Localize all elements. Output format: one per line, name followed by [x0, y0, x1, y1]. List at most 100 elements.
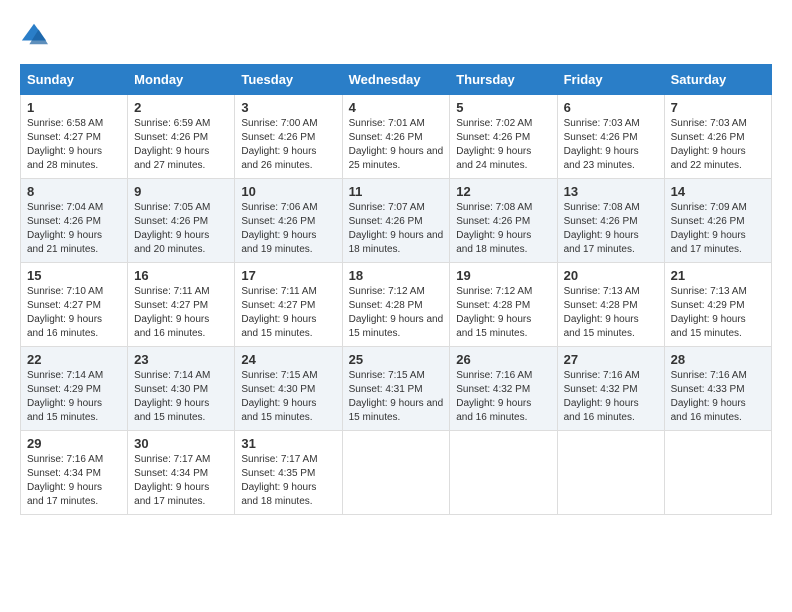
day-number: 16 [134, 268, 228, 283]
day-info: Sunrise: 7:15 AM Sunset: 4:31 PM Dayligh… [349, 369, 444, 425]
calendar-day-cell: 3 Sunrise: 7:00 AM Sunset: 4:26 PM Dayli… [235, 95, 342, 179]
calendar-day-cell: 24 Sunrise: 7:15 AM Sunset: 4:30 PM Dayl… [235, 347, 342, 431]
calendar-day-cell: 26 Sunrise: 7:16 AM Sunset: 4:32 PM Dayl… [450, 347, 557, 431]
calendar-day-cell: 9 Sunrise: 7:05 AM Sunset: 4:26 PM Dayli… [128, 179, 235, 263]
day-number: 22 [27, 352, 121, 367]
day-info: Sunrise: 7:03 AM Sunset: 4:26 PM Dayligh… [671, 117, 765, 173]
day-info: Sunrise: 7:00 AM Sunset: 4:26 PM Dayligh… [241, 117, 335, 173]
day-info: Sunrise: 7:11 AM Sunset: 4:27 PM Dayligh… [241, 285, 335, 341]
calendar-day-cell: 18 Sunrise: 7:12 AM Sunset: 4:28 PM Dayl… [342, 263, 450, 347]
calendar-day-cell: 1 Sunrise: 6:58 AM Sunset: 4:27 PM Dayli… [21, 95, 128, 179]
day-number: 7 [671, 100, 765, 115]
day-info: Sunrise: 7:06 AM Sunset: 4:26 PM Dayligh… [241, 201, 335, 257]
calendar-day-cell: 4 Sunrise: 7:01 AM Sunset: 4:26 PM Dayli… [342, 95, 450, 179]
day-number: 14 [671, 184, 765, 199]
calendar-day-cell: 20 Sunrise: 7:13 AM Sunset: 4:28 PM Dayl… [557, 263, 664, 347]
calendar-day-cell [557, 431, 664, 515]
day-number: 25 [349, 352, 444, 367]
weekday-header: Monday [128, 65, 235, 95]
day-number: 10 [241, 184, 335, 199]
logo [20, 20, 52, 48]
day-info: Sunrise: 7:12 AM Sunset: 4:28 PM Dayligh… [456, 285, 550, 341]
day-number: 27 [564, 352, 658, 367]
day-number: 4 [349, 100, 444, 115]
day-number: 2 [134, 100, 228, 115]
calendar-table: SundayMondayTuesdayWednesdayThursdayFrid… [20, 64, 772, 515]
calendar-day-cell: 12 Sunrise: 7:08 AM Sunset: 4:26 PM Dayl… [450, 179, 557, 263]
day-info: Sunrise: 7:16 AM Sunset: 4:32 PM Dayligh… [564, 369, 658, 425]
day-number: 9 [134, 184, 228, 199]
day-number: 20 [564, 268, 658, 283]
calendar-day-cell: 31 Sunrise: 7:17 AM Sunset: 4:35 PM Dayl… [235, 431, 342, 515]
day-number: 6 [564, 100, 658, 115]
calendar-week-row: 29 Sunrise: 7:16 AM Sunset: 4:34 PM Dayl… [21, 431, 772, 515]
calendar-week-row: 15 Sunrise: 7:10 AM Sunset: 4:27 PM Dayl… [21, 263, 772, 347]
calendar-day-cell: 16 Sunrise: 7:11 AM Sunset: 4:27 PM Dayl… [128, 263, 235, 347]
calendar-day-cell: 13 Sunrise: 7:08 AM Sunset: 4:26 PM Dayl… [557, 179, 664, 263]
day-info: Sunrise: 7:07 AM Sunset: 4:26 PM Dayligh… [349, 201, 444, 257]
weekday-header: Thursday [450, 65, 557, 95]
day-info: Sunrise: 7:16 AM Sunset: 4:32 PM Dayligh… [456, 369, 550, 425]
day-info: Sunrise: 7:04 AM Sunset: 4:26 PM Dayligh… [27, 201, 121, 257]
day-info: Sunrise: 7:05 AM Sunset: 4:26 PM Dayligh… [134, 201, 228, 257]
day-info: Sunrise: 7:09 AM Sunset: 4:26 PM Dayligh… [671, 201, 765, 257]
day-info: Sunrise: 6:58 AM Sunset: 4:27 PM Dayligh… [27, 117, 121, 173]
calendar-day-cell: 19 Sunrise: 7:12 AM Sunset: 4:28 PM Dayl… [450, 263, 557, 347]
day-info: Sunrise: 7:03 AM Sunset: 4:26 PM Dayligh… [564, 117, 658, 173]
calendar-day-cell: 22 Sunrise: 7:14 AM Sunset: 4:29 PM Dayl… [21, 347, 128, 431]
day-info: Sunrise: 7:17 AM Sunset: 4:35 PM Dayligh… [241, 453, 335, 509]
calendar-day-cell: 14 Sunrise: 7:09 AM Sunset: 4:26 PM Dayl… [664, 179, 771, 263]
weekday-header: Friday [557, 65, 664, 95]
calendar-day-cell: 29 Sunrise: 7:16 AM Sunset: 4:34 PM Dayl… [21, 431, 128, 515]
day-number: 1 [27, 100, 121, 115]
day-number: 15 [27, 268, 121, 283]
day-number: 30 [134, 436, 228, 451]
day-number: 31 [241, 436, 335, 451]
day-info: Sunrise: 7:08 AM Sunset: 4:26 PM Dayligh… [564, 201, 658, 257]
weekday-header: Sunday [21, 65, 128, 95]
day-number: 11 [349, 184, 444, 199]
day-number: 23 [134, 352, 228, 367]
day-info: Sunrise: 7:01 AM Sunset: 4:26 PM Dayligh… [349, 117, 444, 173]
day-info: Sunrise: 7:15 AM Sunset: 4:30 PM Dayligh… [241, 369, 335, 425]
day-info: Sunrise: 7:02 AM Sunset: 4:26 PM Dayligh… [456, 117, 550, 173]
calendar-week-row: 1 Sunrise: 6:58 AM Sunset: 4:27 PM Dayli… [21, 95, 772, 179]
calendar-day-cell: 6 Sunrise: 7:03 AM Sunset: 4:26 PM Dayli… [557, 95, 664, 179]
calendar-day-cell: 8 Sunrise: 7:04 AM Sunset: 4:26 PM Dayli… [21, 179, 128, 263]
day-info: Sunrise: 7:16 AM Sunset: 4:34 PM Dayligh… [27, 453, 121, 509]
day-number: 13 [564, 184, 658, 199]
calendar-day-cell: 23 Sunrise: 7:14 AM Sunset: 4:30 PM Dayl… [128, 347, 235, 431]
day-info: Sunrise: 7:11 AM Sunset: 4:27 PM Dayligh… [134, 285, 228, 341]
calendar-day-cell: 28 Sunrise: 7:16 AM Sunset: 4:33 PM Dayl… [664, 347, 771, 431]
day-number: 8 [27, 184, 121, 199]
day-number: 21 [671, 268, 765, 283]
calendar-day-cell: 21 Sunrise: 7:13 AM Sunset: 4:29 PM Dayl… [664, 263, 771, 347]
calendar-week-row: 22 Sunrise: 7:14 AM Sunset: 4:29 PM Dayl… [21, 347, 772, 431]
calendar-week-row: 8 Sunrise: 7:04 AM Sunset: 4:26 PM Dayli… [21, 179, 772, 263]
weekday-header: Saturday [664, 65, 771, 95]
calendar-day-cell: 15 Sunrise: 7:10 AM Sunset: 4:27 PM Dayl… [21, 263, 128, 347]
calendar-header-row: SundayMondayTuesdayWednesdayThursdayFrid… [21, 65, 772, 95]
calendar-day-cell: 25 Sunrise: 7:15 AM Sunset: 4:31 PM Dayl… [342, 347, 450, 431]
day-info: Sunrise: 7:17 AM Sunset: 4:34 PM Dayligh… [134, 453, 228, 509]
day-number: 17 [241, 268, 335, 283]
calendar-day-cell: 30 Sunrise: 7:17 AM Sunset: 4:34 PM Dayl… [128, 431, 235, 515]
day-number: 29 [27, 436, 121, 451]
calendar-day-cell: 11 Sunrise: 7:07 AM Sunset: 4:26 PM Dayl… [342, 179, 450, 263]
page-header [20, 20, 772, 48]
weekday-header: Wednesday [342, 65, 450, 95]
day-number: 12 [456, 184, 550, 199]
day-info: Sunrise: 7:16 AM Sunset: 4:33 PM Dayligh… [671, 369, 765, 425]
calendar-day-cell [342, 431, 450, 515]
day-number: 19 [456, 268, 550, 283]
day-number: 28 [671, 352, 765, 367]
day-info: Sunrise: 7:10 AM Sunset: 4:27 PM Dayligh… [27, 285, 121, 341]
day-number: 18 [349, 268, 444, 283]
day-number: 26 [456, 352, 550, 367]
calendar-day-cell [664, 431, 771, 515]
calendar-day-cell [450, 431, 557, 515]
day-number: 5 [456, 100, 550, 115]
day-info: Sunrise: 7:12 AM Sunset: 4:28 PM Dayligh… [349, 285, 444, 341]
day-number: 3 [241, 100, 335, 115]
day-info: Sunrise: 7:13 AM Sunset: 4:29 PM Dayligh… [671, 285, 765, 341]
